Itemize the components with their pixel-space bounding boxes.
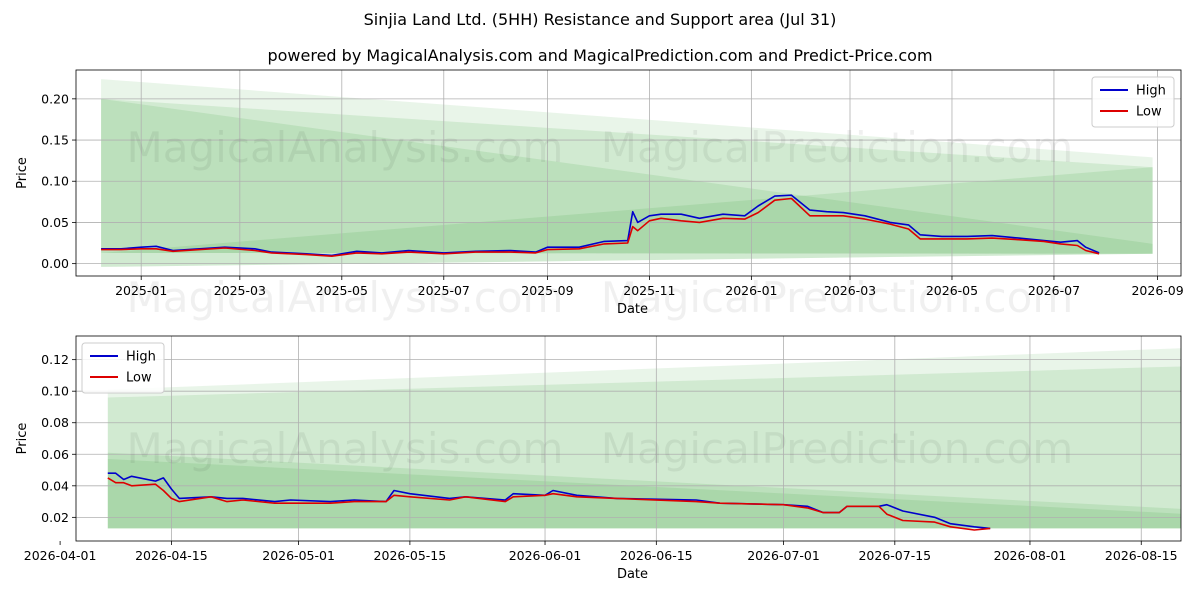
y-axis-label: Price [15, 423, 30, 455]
y-tick-label: 0.06 [41, 447, 69, 462]
y-tick-label: 0.12 [41, 352, 69, 367]
charts-canvas: MagicalAnalysis.com MagicalPrediction.com… [15, 69, 1184, 582]
legend: High Low [1091, 76, 1175, 128]
x-tick-label: 2025-01 [115, 283, 167, 298]
top-panel: MagicalAnalysis.com MagicalPrediction.com… [15, 69, 1184, 322]
x-tick-label: 2026-04-01 [24, 548, 97, 563]
y-tick-label: 0.00 [41, 256, 69, 271]
x-tick-label: 2026-08-15 [1105, 548, 1178, 563]
x-tick-label: 2026-06-15 [620, 548, 693, 563]
x-tick-label: 2026-07-15 [858, 548, 931, 563]
x-tick-label: 2026-07 [1028, 283, 1080, 298]
watermark-text: MagicalPrediction.com [601, 123, 1074, 172]
y-tick-label: 0.10 [41, 384, 69, 399]
x-tick-label: 2026-05 [926, 283, 978, 298]
legend-label-high: High [126, 350, 156, 365]
watermark-text: MagicalAnalysis.com [127, 424, 564, 473]
x-tick-label: 2026-05-01 [262, 548, 335, 563]
y-tick-label: 0.20 [41, 91, 69, 106]
x-tick-label: 2025-03 [214, 283, 266, 298]
bottom-panel: MagicalAnalysis.com MagicalPrediction.com… [15, 335, 1182, 582]
y-tick-label: 0.04 [41, 478, 69, 493]
x-axis-label: Date [617, 302, 648, 317]
x-tick-label: 2025-09 [521, 283, 573, 298]
x-tick-label: 2026-05-15 [374, 548, 447, 563]
y-tick-label: 0.05 [41, 215, 69, 230]
legend-label-low: Low [126, 371, 152, 386]
y-tick-label: 0.10 [41, 174, 69, 189]
watermark-text: MagicalAnalysis.com [127, 123, 564, 172]
y-tick-label: 0.15 [41, 133, 69, 148]
x-tick-label: 2026-07-01 [747, 548, 820, 563]
watermark-text: MagicalPrediction.com [601, 424, 1074, 473]
x-tick-label: 2026-04-15 [135, 548, 208, 563]
legend-label-low: Low [1136, 105, 1162, 120]
x-tick-label: 2026-08-01 [994, 548, 1067, 563]
x-axis-label: Date [617, 567, 648, 582]
x-tick-label: 2025-05 [316, 283, 368, 298]
legend: High Low [81, 342, 165, 394]
x-tick-label: 2026-09 [1131, 283, 1183, 298]
x-tick-label: 2025-07 [418, 283, 470, 298]
x-tick-label: 2026-03 [824, 283, 876, 298]
x-tick-label: 2025-11 [623, 283, 675, 298]
legend-label-high: High [1136, 84, 1166, 99]
x-tick-label: 2026-01 [725, 283, 777, 298]
y-tick-label: 0.08 [41, 415, 69, 430]
x-tick-label: 2026-06-01 [509, 548, 582, 563]
y-axis-label: Price [15, 157, 30, 189]
y-tick-label: 0.02 [41, 510, 69, 525]
